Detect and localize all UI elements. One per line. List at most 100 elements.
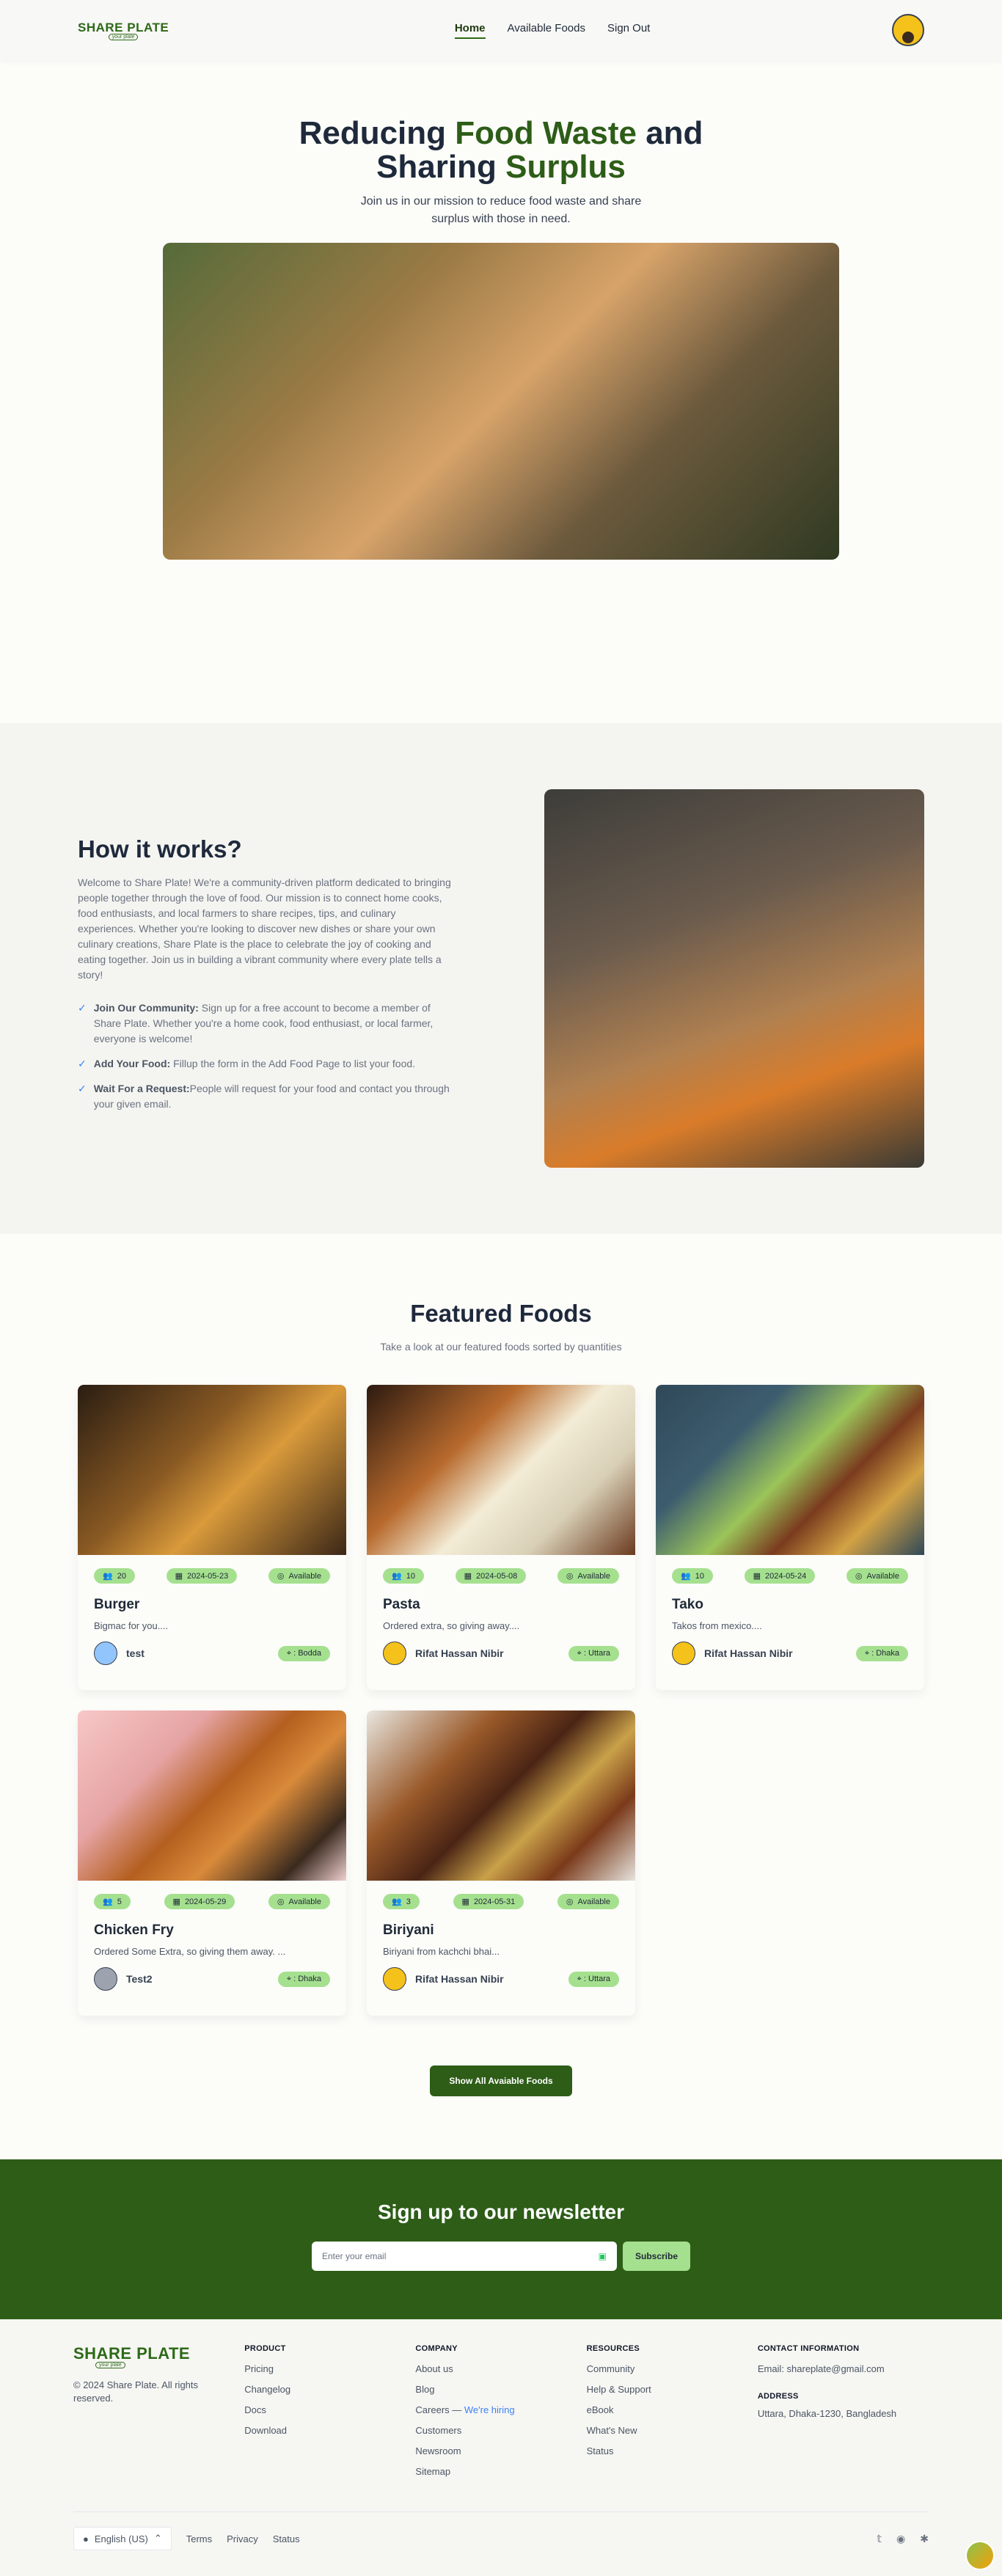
status-value: Available xyxy=(577,1571,610,1581)
hero-title-highlight: Surplus xyxy=(505,149,626,185)
date-value: 2024-05-29 xyxy=(184,1897,227,1906)
footer-link[interactable]: Sitemap xyxy=(415,2466,586,2477)
location-pin-icon: ⌖ xyxy=(286,1648,292,1658)
food-card[interactable]: 👥 3 ▦ 2024-05-31 ◎ Available Biriyani Biriy… xyxy=(367,1710,635,2016)
food-name[interactable]: Tako xyxy=(672,1597,908,1613)
donor-avatar xyxy=(383,1967,406,1991)
food-image xyxy=(78,1710,346,1881)
footer-link[interactable]: eBook xyxy=(587,2404,758,2415)
card-badges: 👥 20 ▦ 2024-05-23 ◎ Available xyxy=(78,1555,346,1584)
logo-text: SHARE PLATE xyxy=(78,20,169,34)
calendar-icon: ▦ xyxy=(461,1898,469,1906)
quantity-badge: 👥 5 xyxy=(94,1894,131,1909)
step-label: Join Our Community: xyxy=(93,1002,199,1014)
location-badge: ⌖ : Dhaka xyxy=(277,1971,330,1987)
donor-name: Test2 xyxy=(126,1973,153,1985)
user-avatar[interactable] xyxy=(891,14,924,46)
footer-link[interactable]: Customers xyxy=(415,2425,586,2436)
nav-available-foods-link[interactable]: Available Foods xyxy=(508,22,585,39)
date-badge: ▦ 2024-05-29 xyxy=(164,1894,235,1909)
location-value: : Dhaka xyxy=(293,1974,321,1983)
contact-address: Uttara, Dhaka-1230, Bangladesh xyxy=(757,2408,897,2419)
footer-link[interactable]: Pricing xyxy=(244,2363,415,2374)
footer-link[interactable]: Changelog xyxy=(244,2384,415,2395)
date-badge: ▦ 2024-05-31 xyxy=(453,1894,524,1909)
footer-company: COMPANY About us Blog Careers — We're hi… xyxy=(415,2344,586,2487)
footer-link[interactable]: Docs xyxy=(244,2404,415,2415)
email-placeholder: Enter your email xyxy=(322,2251,387,2261)
email-input[interactable]: Enter your email ▣ xyxy=(312,2242,617,2271)
featured-subtitle: Take a look at our featured foods sorted… xyxy=(380,1341,622,1353)
footer-link[interactable]: Blog xyxy=(415,2384,586,2395)
location-badge: ⌖ : Uttara xyxy=(568,1971,619,1987)
footer-link[interactable]: Help & Support xyxy=(587,2384,758,2395)
social-links: 𝕥 ◉ ✱ xyxy=(877,2533,929,2545)
footer-heading: RESOURCES xyxy=(586,2344,640,2353)
food-name[interactable]: Biriyani xyxy=(383,1922,619,1939)
twitter-icon[interactable]: 𝕥 xyxy=(877,2533,882,2545)
featured-title: Featured Foods xyxy=(410,1300,592,1327)
footer-link[interactable]: Status xyxy=(587,2445,758,2456)
location-badge: ⌖ : Dhaka xyxy=(855,1645,908,1661)
food-card[interactable]: 👥 10 ▦ 2024-05-24 ◎ Available Tako Takos fr… xyxy=(656,1385,924,1690)
footer-link[interactable]: Newsroom xyxy=(415,2445,586,2456)
status-badge: ◎ Available xyxy=(557,1568,619,1584)
location-pin-icon: ⌖ xyxy=(577,1648,582,1658)
calendar-icon: ▦ xyxy=(172,1898,180,1906)
status-badge: ◎ Available xyxy=(268,1568,330,1584)
food-name[interactable]: Pasta xyxy=(383,1597,619,1613)
calendar-icon: ▦ xyxy=(753,1572,761,1581)
date-badge: ▦ 2024-05-24 xyxy=(744,1568,816,1584)
step-text: Fillup the form in the Add Food Page to … xyxy=(170,1058,416,1069)
footer-heading: ADDRESS xyxy=(757,2392,799,2401)
how-image xyxy=(544,789,924,1168)
card-footer: test ⌖ : Bodda xyxy=(94,1642,330,1665)
food-name[interactable]: Burger xyxy=(94,1597,330,1613)
logo[interactable]: SHARE PLATE your plate xyxy=(78,21,169,40)
quantity-value: 10 xyxy=(695,1571,704,1581)
quantity-badge: 👥 10 xyxy=(672,1568,713,1584)
footer-link[interactable]: Community xyxy=(587,2363,758,2374)
card-footer: Rifat Hassan Nibir ⌖ : Dhaka xyxy=(672,1642,908,1665)
language-select[interactable]: ● English (US) ⌃ xyxy=(73,2527,172,2550)
nav-home-link[interactable]: Home xyxy=(454,22,486,39)
footer-bottom-links: ● English (US) ⌃ Terms Privacy Status xyxy=(73,2527,300,2550)
card-footer: Rifat Hassan Nibir ⌖ : Uttara xyxy=(383,1967,619,1991)
food-desc: Ordered extra, so giving away.... xyxy=(383,1620,520,1631)
slack-icon[interactable]: ✱ xyxy=(920,2533,929,2545)
footer-link[interactable]: Download xyxy=(244,2425,415,2436)
show-all-foods-button[interactable]: Show All Avaiable Foods xyxy=(430,2065,572,2096)
language-value: English (US) xyxy=(94,2533,148,2544)
nav-sign-out-link[interactable]: Sign Out xyxy=(607,22,650,39)
donor-avatar xyxy=(94,1967,117,1991)
terms-link[interactable]: Terms xyxy=(186,2533,212,2544)
github-icon[interactable]: ◉ xyxy=(896,2533,905,2545)
privacy-link[interactable]: Privacy xyxy=(227,2533,258,2544)
card-badges: 👥 10 ▦ 2024-05-24 ◎ Available xyxy=(656,1555,924,1584)
food-card[interactable]: 👥 10 ▦ 2024-05-08 ◎ Available Pasta Ordered… xyxy=(367,1385,635,1690)
food-card[interactable]: 👥 5 ▦ 2024-05-29 ◎ Available Chicken Fry Or… xyxy=(78,1710,346,2016)
subscribe-button[interactable]: Subscribe xyxy=(623,2242,690,2271)
footer-logo[interactable]: SHARE PLATE your plate xyxy=(73,2344,244,2368)
food-image xyxy=(78,1385,346,1555)
floating-avatar[interactable] xyxy=(965,2541,995,2570)
footer-link[interactable]: About us xyxy=(415,2363,586,2374)
hiring-link[interactable]: We're hiring xyxy=(464,2404,515,2415)
footer-heading: COMPANY xyxy=(415,2344,458,2353)
users-icon: 👥 xyxy=(392,1898,402,1906)
location-pin-icon: ⌖ xyxy=(286,1974,292,1983)
footer-link[interactable]: Careers — We're hiring xyxy=(415,2404,586,2415)
newsletter-section: Sign up to our newsletter Enter your ema… xyxy=(0,2159,1002,2319)
footer-link[interactable]: What's New xyxy=(587,2425,758,2436)
date-badge: ▦ 2024-05-08 xyxy=(455,1568,527,1584)
careers-label: Careers — xyxy=(415,2404,464,2415)
top-nav: SHARE PLATE your plate Home Available Fo… xyxy=(0,0,1002,60)
hero-title-highlight: Food Waste xyxy=(455,115,637,151)
logo-tagline: your plate xyxy=(108,33,139,40)
how-text: How it works? Welcome to Share Plate! We… xyxy=(78,835,452,1121)
footer-resources: RESOURCES Community Help & Support eBook… xyxy=(587,2344,758,2487)
food-name[interactable]: Chicken Fry xyxy=(94,1922,330,1939)
food-card[interactable]: 👥 20 ▦ 2024-05-23 ◎ Available Burger Bigmac… xyxy=(78,1385,346,1690)
status-link[interactable]: Status xyxy=(273,2533,300,2544)
status-badge: ◎ Available xyxy=(268,1894,330,1909)
